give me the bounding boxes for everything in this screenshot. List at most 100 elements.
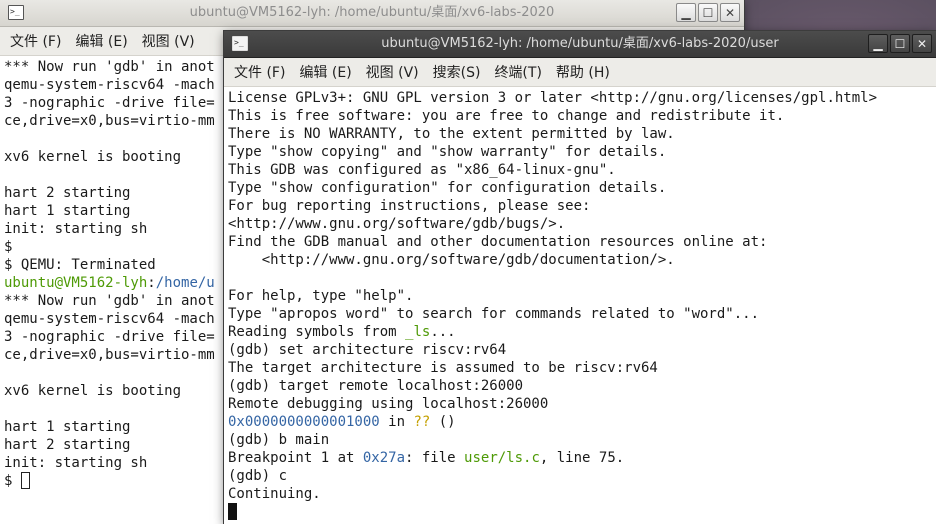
terminal-line: Reading symbols from _ls... [228, 323, 936, 341]
terminal-text: ce,drive=x0,bus=virtio-mm [4, 347, 215, 363]
terminal-text: For bug reporting instructions, please s… [228, 198, 591, 214]
minimize-button[interactable]: ▁ [676, 3, 696, 22]
terminal-text: hart 1 starting [4, 203, 131, 219]
menu-search[interactable]: 搜索(S) [429, 62, 491, 82]
front-window-menubar: 文件 (F) 编辑 (E) 视图 (V) 搜索(S) 终端(T) 帮助 (H) [224, 58, 936, 87]
terminal-text: Breakpoint 1 at [228, 450, 363, 466]
terminal-text: (gdb) b main [228, 432, 330, 448]
terminal-text: init: starting sh [4, 221, 148, 237]
close-button[interactable]: ✕ [720, 3, 740, 22]
maximize-icon: ☐ [702, 5, 714, 20]
minimize-icon: ▁ [873, 36, 883, 51]
close-button[interactable]: ✕ [912, 34, 932, 53]
terminal-text: The target architecture is assumed to be… [228, 360, 658, 376]
terminal-line: Find the GDB manual and other documentat… [228, 233, 936, 251]
terminal-line: Continuing. [228, 485, 936, 503]
terminal-text: qemu-system-riscv64 -mach [4, 311, 215, 327]
terminal-line: This is free software: you are free to c… [228, 107, 936, 125]
terminal-text: *** Now run 'gdb' in anot [4, 293, 215, 309]
close-icon: ✕ [916, 36, 928, 51]
terminal-text: ubuntu@VM5162-lyh [4, 275, 148, 291]
menu-view[interactable]: 视图 (V) [362, 62, 429, 82]
terminal-text: xv6 kernel is booting [4, 149, 182, 165]
terminal-line: Breakpoint 1 at 0x27a: file user/ls.c, l… [228, 449, 936, 467]
menu-file[interactable]: 文件 (F) [230, 62, 295, 82]
terminal-text: xv6 kernel is booting [4, 383, 182, 399]
terminal-line: Type "show copying" and "show warranty" … [228, 143, 936, 161]
terminal-line: Type "show configuration" for configurat… [228, 179, 936, 197]
menu-edit[interactable]: 编辑 (E) [71, 31, 137, 51]
terminal-text: init: starting sh [4, 455, 148, 471]
terminal-text: Type "show copying" and "show warranty" … [228, 144, 667, 160]
maximize-button[interactable]: ☐ [890, 34, 910, 53]
menu-view[interactable]: 视图 (V) [138, 31, 205, 51]
terminal-line: Type "apropos word" to search for comman… [228, 305, 936, 323]
front-terminal-window[interactable]: >_ ubuntu@VM5162-lyh: /home/ubuntu/桌面/xv… [224, 31, 936, 524]
terminal-text: ?? [413, 414, 431, 430]
menu-file[interactable]: 文件 (F) [6, 31, 71, 51]
terminal-text: _ls [405, 324, 431, 340]
terminal-text: /home/u [155, 275, 215, 291]
close-icon: ✕ [724, 5, 736, 20]
terminal-text: Type "show configuration" for configurat… [228, 180, 667, 196]
terminal-text: ... [430, 324, 456, 340]
terminal-line: Remote debugging using localhost:26000 [228, 395, 936, 413]
terminal-text: $ QEMU: Terminated [4, 257, 156, 273]
terminal-text: *** Now run 'gdb' in anot [4, 59, 215, 75]
terminal-line: (gdb) c [228, 467, 936, 485]
minimize-button[interactable]: ▁ [868, 34, 888, 53]
terminal-text: hart 1 starting [4, 419, 131, 435]
terminal-text: (gdb) set architecture riscv:rv64 [228, 342, 507, 358]
terminal-text: 0x0000000000001000 [228, 414, 380, 430]
terminal-text: , line 75. [539, 450, 625, 466]
terminal-line [228, 503, 936, 521]
terminal-text: Continuing. [228, 486, 321, 502]
front-window-titlebar[interactable]: >_ ubuntu@VM5162-lyh: /home/ubuntu/桌面/xv… [224, 31, 936, 58]
terminal-text: ce,drive=x0,bus=virtio-mm [4, 113, 215, 129]
minimize-icon: ▁ [681, 5, 691, 20]
terminal-line: (gdb) target remote localhost:26000 [228, 377, 936, 395]
terminal-line: For bug reporting instructions, please s… [228, 197, 936, 215]
terminal-line: The target architecture is assumed to be… [228, 359, 936, 377]
terminal-text: There is NO WARRANTY, to the extent perm… [228, 126, 675, 142]
terminal-text: Find the GDB manual and other documentat… [228, 234, 768, 250]
terminal-text: Type "apropos word" to search for comman… [228, 306, 760, 322]
terminal-line: License GPLv3+: GNU GPL version 3 or lat… [228, 89, 936, 107]
terminal-text: License GPLv3+: GNU GPL version 3 or lat… [228, 90, 878, 106]
terminal-cursor [20, 472, 30, 489]
menu-edit[interactable]: 编辑 (E) [295, 62, 361, 82]
maximize-button[interactable]: ☐ [698, 3, 718, 22]
terminal-text: qemu-system-riscv64 -mach [4, 77, 215, 93]
terminal-text: <http://www.gnu.org/software/gdb/documen… [228, 252, 675, 268]
terminal-text: $ [4, 473, 21, 489]
terminal-cursor [228, 503, 237, 520]
terminal-text: user/ls.c [464, 450, 540, 466]
maximize-icon: ☐ [894, 36, 906, 51]
terminal-line: (gdb) set architecture riscv:rv64 [228, 341, 936, 359]
terminal-line: <http://www.gnu.org/software/gdb/bugs/>. [228, 215, 936, 233]
terminal-line: <http://www.gnu.org/software/gdb/documen… [228, 251, 936, 269]
front-terminal-output[interactable]: License GPLv3+: GNU GPL version 3 or lat… [224, 87, 936, 521]
terminal-text: 3 -nographic -drive file= [4, 95, 215, 111]
terminal-text: For help, type "help". [228, 288, 414, 304]
terminal-text: 3 -nographic -drive file= [4, 329, 215, 345]
menu-help[interactable]: 帮助 (H) [552, 62, 620, 82]
terminal-line: For help, type "help". [228, 287, 936, 305]
terminal-text: 0x27a [362, 450, 406, 466]
terminal-text: : [147, 275, 156, 291]
terminal-text: () [430, 414, 456, 430]
terminal-text: <http://www.gnu.org/software/gdb/bugs/>. [228, 216, 566, 232]
terminal-line: (gdb) b main [228, 431, 936, 449]
terminal-text: : file [405, 450, 465, 466]
terminal-text: (gdb) c [228, 468, 288, 484]
terminal-line: This GDB was configured as "x86_64-linux… [228, 161, 936, 179]
terminal-text: This is free software: you are free to c… [228, 108, 785, 124]
terminal-text: in [379, 414, 414, 430]
back-window-titlebar[interactable]: >_ ubuntu@VM5162-lyh: /home/ubuntu/桌面/xv… [0, 0, 744, 27]
terminal-line: There is NO WARRANTY, to the extent perm… [228, 125, 936, 143]
terminal-text: Reading symbols from [228, 324, 406, 340]
terminal-line: 0x0000000000001000 in ?? () [228, 413, 936, 431]
back-window-title: ubuntu@VM5162-lyh: /home/ubuntu/桌面/xv6-l… [189, 5, 555, 20]
menu-terminal[interactable]: 终端(T) [490, 62, 551, 82]
